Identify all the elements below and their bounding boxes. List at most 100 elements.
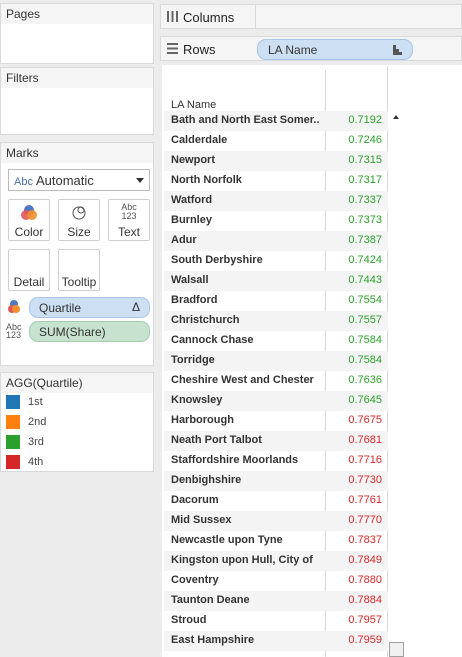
scroll-up-icon[interactable] xyxy=(393,115,399,119)
table-row[interactable]: South Derbyshire 0.7424 xyxy=(164,251,388,271)
la-name-cell: Torridge xyxy=(171,354,215,366)
table-row[interactable]: Walsall 0.7443 xyxy=(164,271,388,291)
table-row[interactable]: Kingston upon Hull, City of 0.7849 xyxy=(164,551,388,571)
table-row[interactable]: Newport 0.7315 xyxy=(164,151,388,171)
filters-title: Filters xyxy=(1,68,153,88)
table-row[interactable]: Watford 0.7337 xyxy=(164,191,388,211)
la-name-cell: Harborough xyxy=(171,414,234,426)
table-row[interactable]: East Hampshire 0.7959 xyxy=(164,631,388,651)
detail-button-label: Detail xyxy=(13,275,45,289)
sort-icon[interactable] xyxy=(393,45,402,55)
share-value-cell: 0.7675 xyxy=(348,414,382,426)
la-name-cell: Kingston upon Hull, City of xyxy=(171,554,313,566)
color-button[interactable]: Color xyxy=(8,199,50,241)
share-value-cell: 0.7770 xyxy=(348,514,382,526)
scrollbar-thumb[interactable] xyxy=(389,642,404,657)
la-name-cell: Calderdale xyxy=(171,134,228,146)
la-name-cell: Staffordshire Moorlands xyxy=(171,454,299,466)
table-row[interactable]: Staffordshire Moorlands 0.7716 xyxy=(164,451,388,471)
detail-icon xyxy=(9,253,49,275)
table-row[interactable]: Christchurch 0.7557 xyxy=(164,311,388,331)
legend-item[interactable]: 2nd xyxy=(6,415,46,431)
table-row[interactable]: Cannock Chase 0.7584 xyxy=(164,331,388,351)
pages-card[interactable]: Pages xyxy=(0,3,154,64)
table-row[interactable]: Taunton Deane 0.7884 xyxy=(164,591,388,611)
columns-icon xyxy=(167,11,178,22)
marks-field-quartile[interactable]: Quartile Δ xyxy=(6,297,152,319)
share-value-cell: 0.7584 xyxy=(348,334,382,346)
table-row[interactable]: Denbighshire 0.7730 xyxy=(164,471,388,491)
shelf-divider xyxy=(255,5,256,28)
la-name-pill-label: LA Name xyxy=(268,43,318,57)
color-icon xyxy=(9,203,49,225)
table-row[interactable]: Torridge 0.7584 xyxy=(164,351,388,371)
table-row[interactable]: Calderdale 0.7246 xyxy=(164,131,388,151)
table-row[interactable]: North Norfolk 0.7317 xyxy=(164,171,388,191)
share-value-cell: 0.7849 xyxy=(348,554,382,566)
share-value-cell: 0.7880 xyxy=(348,574,382,586)
columns-shelf[interactable]: Columns xyxy=(160,4,462,29)
la-name-cell: Denbighshire xyxy=(171,474,242,486)
quartile-pill-label: Quartile xyxy=(39,301,82,315)
share-value-cell: 0.7716 xyxy=(348,454,382,466)
la-name-column-header[interactable]: LA Name xyxy=(171,99,216,111)
marks-field-share[interactable]: Abc 123 SUM(Share) xyxy=(6,321,152,343)
mark-type-dropdown[interactable]: Abc Automatic xyxy=(8,169,150,191)
sum-share-pill[interactable]: SUM(Share) xyxy=(29,321,150,342)
table-row[interactable]: Neath Port Talbot 0.7681 xyxy=(164,431,388,451)
filters-card[interactable]: Filters xyxy=(0,67,154,135)
table-row[interactable]: Harborough 0.7675 xyxy=(164,411,388,431)
size-icon xyxy=(59,203,99,225)
legend-label: 4th xyxy=(28,455,44,468)
table-row[interactable]: Cheshire West and Chester 0.7636 xyxy=(164,371,388,391)
delta-icon: Δ xyxy=(131,300,140,314)
color-button-label: Color xyxy=(14,225,44,239)
share-value-cell: 0.7584 xyxy=(348,354,382,366)
color-field-icon xyxy=(6,299,24,317)
legend-swatch xyxy=(6,395,20,409)
marks-card: Marks Abc Automatic Color Size Abc 123 Te… xyxy=(0,142,154,366)
detail-button[interactable]: Detail xyxy=(8,249,50,291)
legend-swatch xyxy=(6,415,20,429)
text-button[interactable]: Abc 123 Text xyxy=(108,199,150,241)
legend-item[interactable]: 3rd xyxy=(6,435,44,451)
table-row[interactable]: Coventry 0.7880 xyxy=(164,571,388,591)
share-value-cell: 0.7554 xyxy=(348,294,382,306)
share-value-cell: 0.7761 xyxy=(348,494,382,506)
la-name-cell: Cannock Chase xyxy=(171,334,254,346)
chevron-down-icon[interactable] xyxy=(136,178,144,183)
la-name-pill[interactable]: LA Name xyxy=(257,39,413,60)
table-row[interactable]: Burnley 0.7373 xyxy=(164,211,388,231)
share-value-cell: 0.7957 xyxy=(348,614,382,626)
share-value-cell: 0.7315 xyxy=(348,154,382,166)
la-name-cell: Cheshire West and Chester xyxy=(171,374,314,386)
la-name-cell: Taunton Deane xyxy=(171,594,250,606)
quartile-pill[interactable]: Quartile Δ xyxy=(29,297,150,318)
la-name-cell: Mid Sussex xyxy=(171,514,232,526)
table-row[interactable]: Mid Sussex 0.7770 xyxy=(164,511,388,531)
mark-type-value: Automatic xyxy=(35,173,94,188)
la-name-cell: East Hampshire xyxy=(171,634,255,646)
table-row[interactable]: Stroud 0.7957 xyxy=(164,611,388,631)
legend-label: 3rd xyxy=(28,435,44,448)
size-button[interactable]: Size xyxy=(58,199,100,241)
la-name-cell: Adur xyxy=(171,234,197,246)
table-row[interactable]: Adur 0.7387 xyxy=(164,231,388,251)
la-name-cell: South Derbyshire xyxy=(171,254,263,266)
table-row[interactable]: Dacorum 0.7761 xyxy=(164,491,388,511)
table-row[interactable]: Bath and North East Somer.. 0.7192 xyxy=(164,111,388,131)
la-name-cell: North Norfolk xyxy=(171,174,242,186)
la-name-cell: Knowsley xyxy=(171,394,223,406)
text-button-label: Text xyxy=(117,225,140,239)
table-row[interactable]: Knowsley 0.7645 xyxy=(164,391,388,411)
legend-label: 1st xyxy=(28,395,43,408)
tooltip-button[interactable]: Tooltip xyxy=(58,249,100,291)
table-row[interactable]: Bradford 0.7554 xyxy=(164,291,388,311)
legend-item[interactable]: 1st xyxy=(6,395,43,411)
share-value-cell: 0.7246 xyxy=(348,134,382,146)
table-row[interactable]: Newcastle upon Tyne 0.7837 xyxy=(164,531,388,551)
la-name-cell: Bradford xyxy=(171,294,218,306)
legend-item[interactable]: 4th xyxy=(6,455,43,471)
rows-shelf[interactable]: Rows LA Name xyxy=(160,36,462,61)
la-name-cell: Newcastle upon Tyne xyxy=(171,534,283,546)
